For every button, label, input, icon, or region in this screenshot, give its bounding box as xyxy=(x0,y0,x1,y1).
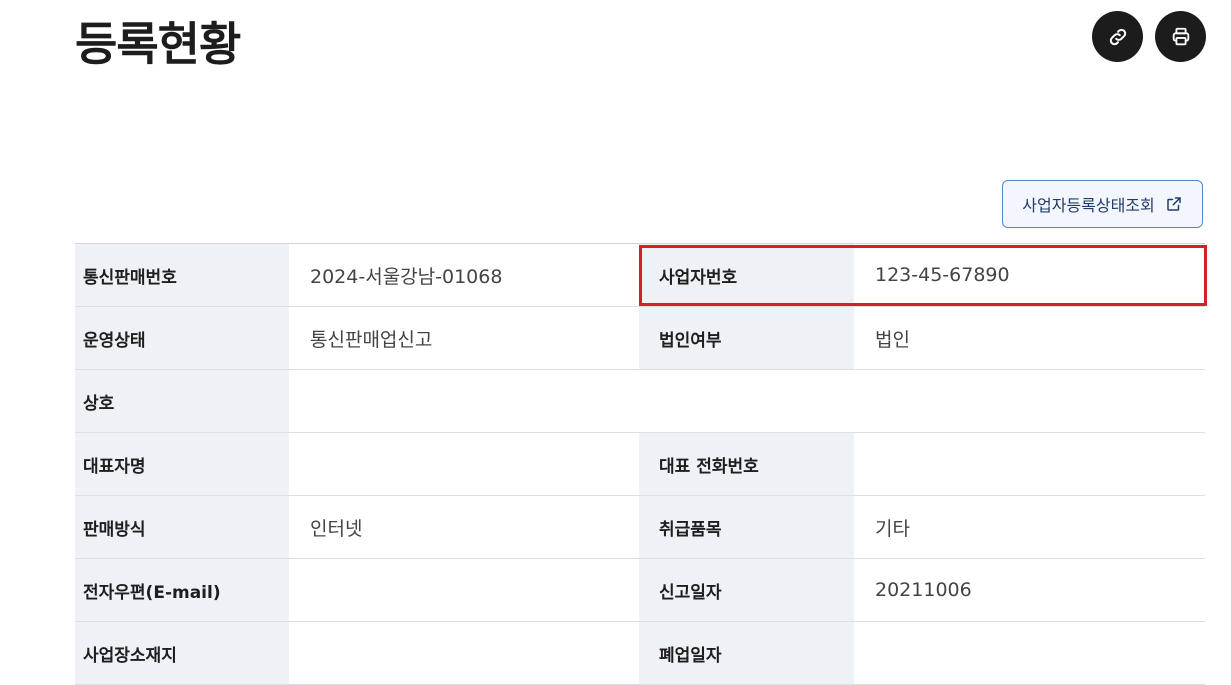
copy-link-button[interactable] xyxy=(1092,11,1143,62)
representative-name-label: 대표자명 xyxy=(75,432,289,496)
product-category-value: 기타 xyxy=(854,495,1205,559)
business-status-lookup-label: 사업자등록상태조회 xyxy=(1022,196,1155,215)
email-value xyxy=(289,558,639,622)
company-name-value xyxy=(289,369,1205,433)
report-date-label: 신고일자 xyxy=(639,558,854,622)
table-row: 통신판매번호 2024-서울강남-01068 사업자번호 123-45-6789… xyxy=(75,243,1205,307)
link-icon xyxy=(1109,28,1126,45)
mail-order-number-value: 2024-서울강남-01068 xyxy=(289,243,639,307)
closure-date-value xyxy=(854,621,1205,685)
sales-method-label: 판매방식 xyxy=(75,495,289,559)
corporation-status-value: 법인 xyxy=(854,306,1205,370)
page-title: 등록현황 xyxy=(75,17,241,71)
business-address-value xyxy=(289,621,639,685)
mail-order-number-label: 통신판매번호 xyxy=(75,243,289,307)
product-category-label: 취급품목 xyxy=(639,495,854,559)
sales-method-value: 인터넷 xyxy=(289,495,639,559)
print-button[interactable] xyxy=(1155,11,1206,62)
operation-status-value: 통신판매업신고 xyxy=(289,306,639,370)
table-row: 사업장소재지 폐업일자 xyxy=(75,621,1205,685)
table-row: 대표자명 대표 전화번호 xyxy=(75,432,1205,496)
company-name-label: 상호 xyxy=(75,369,289,433)
print-icon xyxy=(1172,27,1189,45)
email-label: 전자우편(E-mail) xyxy=(75,558,289,622)
business-address-label: 사업장소재지 xyxy=(75,621,289,685)
representative-name-value xyxy=(289,432,639,496)
business-number-value: 123-45-67890 xyxy=(854,243,1205,307)
representative-phone-value xyxy=(854,432,1205,496)
business-number-label: 사업자번호 xyxy=(639,243,854,307)
external-link-icon xyxy=(1166,197,1181,211)
closure-date-label: 폐업일자 xyxy=(639,621,854,685)
representative-phone-label: 대표 전화번호 xyxy=(639,432,854,496)
table-row: 상호 xyxy=(75,369,1205,433)
registration-info-table: 통신판매번호 2024-서울강남-01068 사업자번호 123-45-6789… xyxy=(75,243,1205,685)
business-status-lookup-button[interactable]: 사업자등록상태조회 xyxy=(1002,180,1203,228)
table-row: 판매방식 인터넷 취급품목 기타 xyxy=(75,495,1205,559)
operation-status-label: 운영상태 xyxy=(75,306,289,370)
table-row: 운영상태 통신판매업신고 법인여부 법인 xyxy=(75,306,1205,370)
table-row: 전자우편(E-mail) 신고일자 20211006 xyxy=(75,558,1205,622)
report-date-value: 20211006 xyxy=(854,558,1205,622)
corporation-status-label: 법인여부 xyxy=(639,306,854,370)
